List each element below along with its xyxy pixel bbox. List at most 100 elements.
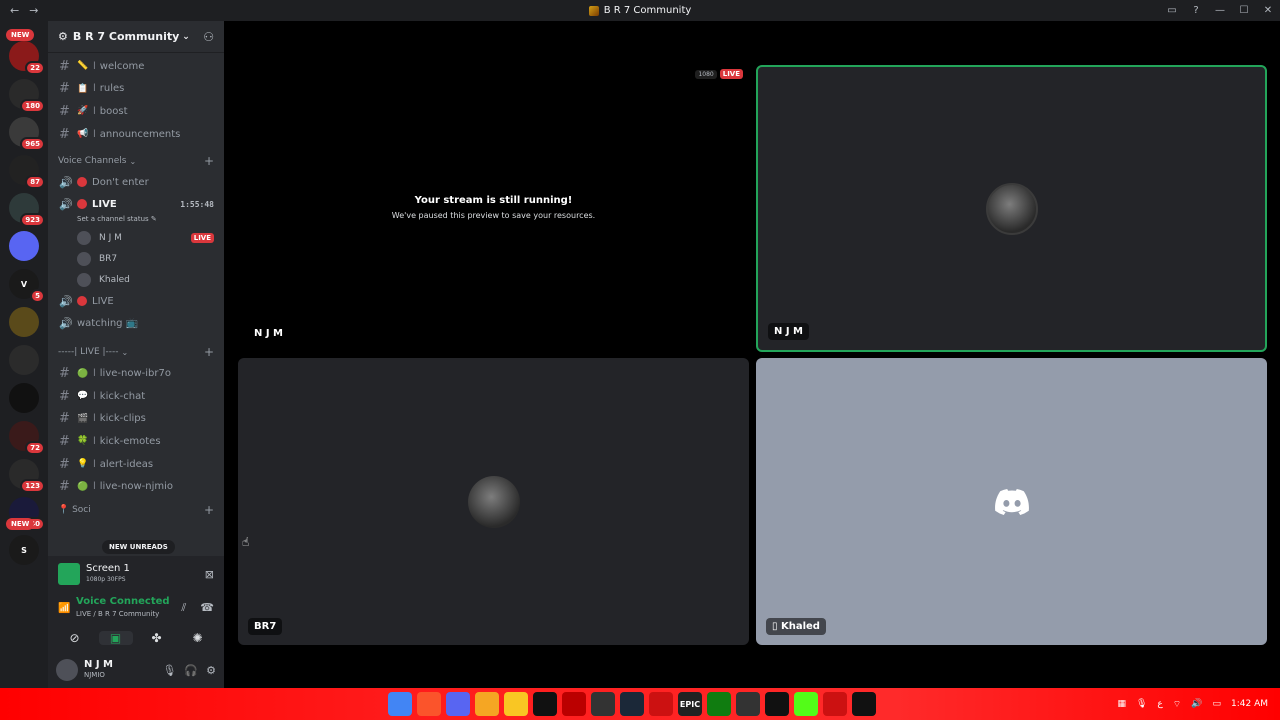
clock[interactable]: 1:42 AM	[1231, 699, 1268, 709]
hash-icon: #	[59, 411, 70, 427]
activities-icon[interactable]: ✤	[140, 631, 174, 645]
voice-actions: ⊘ ▣ ✤ ✺	[48, 624, 224, 652]
voice-channel-watching[interactable]: 🔊 watching 📺	[48, 312, 224, 334]
stream-quality: 1080	[695, 69, 717, 79]
guild-icon[interactable]	[9, 231, 39, 261]
channel-kick-emotes[interactable]: # 🍀 ا kick-emotes	[48, 430, 224, 453]
language-indicator[interactable]: ع	[1157, 699, 1162, 709]
taskbar-app-icon[interactable]	[533, 692, 557, 716]
volume-icon[interactable]: 🔊	[1191, 699, 1202, 709]
signal-icon[interactable]: 📶	[58, 603, 76, 614]
avatar[interactable]	[56, 659, 78, 681]
back-arrow-icon[interactable]: ←	[10, 4, 19, 17]
taskbar-app-icon[interactable]	[823, 692, 847, 716]
guild-icon[interactable]: 72	[9, 421, 45, 455]
guild-icon[interactable]: 87	[9, 155, 45, 189]
user-row[interactable]: N J M NJMIO 🎙 🎧 ⚙	[48, 652, 224, 688]
guild-icon[interactable]: 180	[9, 79, 45, 113]
noise-suppression-icon[interactable]: ⫽	[181, 601, 186, 615]
video-stage: 1080 LIVE Your stream is still running! …	[224, 21, 1280, 688]
disconnect-icon[interactable]: ☎	[200, 601, 214, 615]
add-channel-icon[interactable]: +	[204, 503, 214, 517]
speaker-icon: 🔊	[59, 316, 73, 330]
video-tile-njm[interactable]: N J M	[756, 65, 1267, 352]
close-button[interactable]: ✕	[1256, 5, 1280, 16]
new-unreads-pill[interactable]: NEW UNREADS	[102, 540, 175, 554]
voice-member[interactable]: BR7	[48, 248, 224, 269]
taskbar-app-icon[interactable]	[417, 692, 441, 716]
taskbar-app-icon[interactable]: EPIC	[678, 692, 702, 716]
add-channel-icon[interactable]: +	[204, 154, 214, 168]
channel-announcements[interactable]: # 📢 ا announcements	[48, 123, 224, 146]
tray-mic-icon[interactable]: 🎙	[1136, 699, 1147, 709]
stream-tile-njm[interactable]: 1080 LIVE Your stream is still running! …	[238, 65, 749, 352]
wifi-icon[interactable]: ⌔	[1173, 699, 1181, 710]
camera-off-icon[interactable]: ⊘	[58, 631, 92, 645]
help-icon[interactable]: ?	[1184, 5, 1208, 16]
voice-channel-live-2[interactable]: 🔊 LIVE	[48, 290, 224, 312]
invite-people-icon[interactable]: ⚇	[203, 30, 214, 44]
taskbar-app-icon[interactable]	[707, 692, 731, 716]
channel-live-now-njmio[interactable]: # 🟢 ا live-now-njmio	[48, 475, 224, 498]
channel-boost[interactable]: # 🚀 ا boost	[48, 100, 224, 123]
guild-icon[interactable]	[9, 307, 39, 337]
taskbar-app-icon[interactable]	[852, 692, 876, 716]
guild-icon[interactable]	[9, 345, 39, 375]
taskbar-app-icon[interactable]	[504, 692, 528, 716]
mic-icon[interactable]: 🎙	[162, 664, 176, 677]
taskbar-app-icon[interactable]	[591, 692, 615, 716]
social-category[interactable]: 📍 Soci +	[48, 500, 224, 520]
stop-stream-icon[interactable]: ⊠	[205, 568, 214, 581]
taskbar-app-icon[interactable]	[765, 692, 789, 716]
taskbar-app-icon[interactable]	[794, 692, 818, 716]
tray-apps-icon[interactable]: ▦	[1117, 699, 1126, 709]
taskbar-app-icon[interactable]	[620, 692, 644, 716]
battery-icon[interactable]: ▭	[1212, 699, 1221, 709]
channel-live-now-ibr7o[interactable]: # 🟢 ا live-now-ibr7o	[48, 362, 224, 385]
server-header[interactable]: ⚙ B R 7 Community ⌄ ⚇	[48, 21, 224, 53]
set-channel-status[interactable]: Set a channel status ✎	[48, 215, 224, 227]
voice-member[interactable]: Khaled	[48, 269, 224, 290]
forward-arrow-icon[interactable]: →	[29, 4, 38, 17]
channel-welcome[interactable]: # 📏 ا welcome	[48, 55, 224, 78]
new-pill-bottom[interactable]: NEW	[6, 518, 35, 530]
channel-kick-chat[interactable]: # 💬 ا kick-chat	[48, 385, 224, 408]
new-pill-top[interactable]: NEW	[6, 29, 35, 41]
minimize-button[interactable]: —	[1208, 5, 1232, 16]
channel-alert-ideas[interactable]: # 💡 ا alert-ideas	[48, 453, 224, 476]
voice-member[interactable]: N J M LIVE	[48, 227, 224, 248]
voice-connected-sub[interactable]: LIVE / B R 7 Community	[76, 608, 170, 620]
guild-icon[interactable]: 965	[9, 117, 45, 151]
server-list: NEW 22 180 965 87 923 V 5 72 123 40 S NEW	[0, 21, 48, 688]
channel-rules[interactable]: # 📋 ا rules	[48, 78, 224, 101]
headphones-icon[interactable]: 🎧	[184, 664, 198, 677]
taskbar-app-icon[interactable]	[649, 692, 673, 716]
voice-channel-dont-enter[interactable]: 🔊 Don't enter	[48, 171, 224, 193]
status-dot	[77, 296, 87, 307]
maximize-button[interactable]: ☐	[1232, 5, 1256, 16]
guild-icon[interactable]: 22	[9, 41, 45, 75]
guild-icon[interactable]: V5	[9, 269, 45, 303]
guild-icons: 22 180 965 87 923 V 5 72 123 40 S	[0, 21, 48, 565]
taskbar-app-icon[interactable]	[736, 692, 760, 716]
video-tile-br7[interactable]: BR7	[238, 358, 749, 645]
channel-kick-clips[interactable]: # 🎬 ا kick-clips	[48, 408, 224, 431]
video-tile-khaled[interactable]: ▯ Khaled	[756, 358, 1267, 645]
taskbar-app-icon[interactable]	[446, 692, 470, 716]
soundboard-icon[interactable]: ✺	[181, 631, 215, 645]
guild-icon[interactable]: S	[9, 535, 39, 565]
add-channel-icon[interactable]: +	[204, 345, 214, 359]
settings-icon[interactable]: ⚙	[206, 664, 216, 677]
taskbar-app-icon[interactable]	[388, 692, 412, 716]
inbox-icon[interactable]: ▭	[1160, 5, 1184, 16]
channel-label: live-now-njmio	[99, 481, 174, 493]
screen-share-toggle-icon[interactable]: ▣	[98, 631, 133, 645]
live-category[interactable]: -----| LIVE |---- ⌄ +	[48, 342, 224, 362]
guild-icon[interactable]: 923	[9, 193, 45, 227]
guild-icon[interactable]	[9, 383, 39, 413]
taskbar-app-icon[interactable]	[475, 692, 499, 716]
taskbar-app-icon[interactable]	[562, 692, 586, 716]
guild-icon[interactable]: 123	[9, 459, 45, 493]
voice-channel-live[interactable]: 🔊 LIVE 1:55:48	[48, 193, 224, 215]
voice-category[interactable]: Voice Channels ⌄ +	[48, 151, 224, 171]
